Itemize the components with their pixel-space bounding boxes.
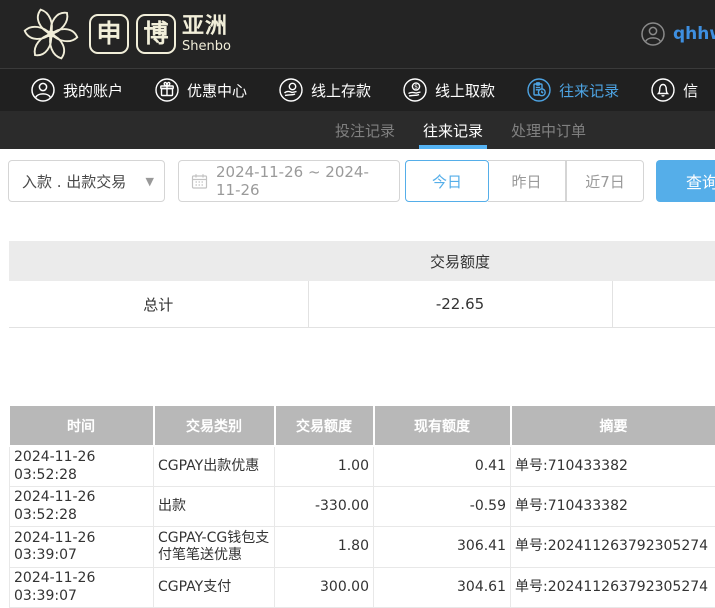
- summary-total-row: 总计 -22.65: [9, 281, 715, 328]
- flower-logo-icon: [20, 4, 82, 64]
- logo-char-shen: 申: [89, 14, 129, 54]
- username-text[interactable]: qhhw: [673, 24, 715, 44]
- cell-amount: -330.00: [275, 487, 374, 527]
- cell-summary: 单号:710433382: [511, 446, 715, 487]
- nav-label: 线上取款: [435, 80, 495, 101]
- bell-icon: [650, 77, 676, 103]
- yesterday-button[interactable]: 昨日: [488, 160, 566, 202]
- nav-item-messages[interactable]: 信: [650, 77, 698, 103]
- column-header-balance: 现有额度: [374, 406, 511, 446]
- transaction-records-page: { "header": { "logo": {"box1": "申", "box…: [0, 0, 715, 584]
- top-header: 申 博 亚洲 Shenbo qhhw: [0, 0, 715, 68]
- tab-transaction-records[interactable]: 往来记录: [423, 111, 483, 149]
- svg-text:$: $: [414, 84, 418, 91]
- transactions-table: 时间 交易类别 交易额度 现有额度 摘要 2024-11-26 03:52:28…: [9, 406, 715, 608]
- cell-type: CGPAY支付: [154, 568, 275, 608]
- summary-header-empty: [9, 241, 308, 281]
- cell-type: CGPAY出款优惠: [154, 446, 275, 487]
- brand-logo[interactable]: 申 博 亚洲 Shenbo: [0, 4, 231, 64]
- calendar-icon: [191, 173, 208, 190]
- cell-time: 2024-11-26 03:39:07: [10, 527, 154, 568]
- cell-balance: -0.59: [374, 487, 511, 527]
- cell-balance: 304.61: [374, 568, 511, 608]
- cell-balance: 306.41: [374, 527, 511, 568]
- gift-icon: [154, 77, 180, 103]
- nav-label: 信: [683, 80, 698, 101]
- table-header-row: 时间 交易类别 交易额度 现有额度 摘要: [10, 406, 715, 446]
- table-row: 2024-11-26 03:52:28 CGPAY出款优惠 1.00 0.41 …: [10, 446, 715, 487]
- transaction-type-select[interactable]: 入款 . 出款交易 ▼: [8, 160, 165, 202]
- column-header-summary: 摘要: [511, 406, 715, 446]
- summary-header-row: 交易额度: [9, 241, 715, 281]
- tab-pending-orders[interactable]: 处理中订单: [511, 111, 586, 149]
- chevron-down-icon: ▼: [146, 175, 154, 188]
- button-label: 昨日: [511, 171, 541, 192]
- tab-betting-records[interactable]: 投注记录: [335, 111, 395, 149]
- nav-label: 优惠中心: [187, 80, 247, 101]
- withdraw-icon: $: [402, 77, 428, 103]
- table-row: 2024-11-26 03:39:07 CGPAY支付 300.00 304.6…: [10, 568, 715, 608]
- cell-time: 2024-11-26 03:52:28: [10, 446, 154, 487]
- button-label: 近7日: [585, 171, 625, 192]
- date-range-value: 2024-11-26 ~ 2024-11-26: [216, 163, 389, 199]
- cell-time: 2024-11-26 03:39:07: [10, 568, 154, 608]
- nav-item-promotions[interactable]: 优惠中心: [154, 77, 247, 103]
- logo-region-en: Shenbo: [182, 40, 231, 53]
- tab-label: 处理中订单: [511, 120, 586, 141]
- main-navigation: 我的账户 优惠中心 线上存款: [0, 68, 715, 111]
- tab-label: 往来记录: [423, 120, 483, 141]
- cell-amount: 1.80: [275, 527, 374, 568]
- last7days-button[interactable]: 近7日: [566, 160, 644, 202]
- cell-type: 出款: [154, 487, 275, 527]
- nav-item-records[interactable]: 往来记录: [526, 77, 619, 103]
- column-header-type: 交易类别: [154, 406, 275, 446]
- logo-char-bo: 博: [136, 14, 176, 54]
- avatar-icon: [640, 21, 666, 47]
- table-row: 2024-11-26 03:52:28 出款 -330.00 -0.59 单号:…: [10, 487, 715, 527]
- button-label: 查询: [686, 169, 715, 193]
- cell-summary: 单号:202411263792305274: [511, 568, 715, 608]
- logo-region-text: 亚洲 Shenbo: [182, 16, 231, 53]
- nav-item-my-account[interactable]: 我的账户: [30, 77, 123, 103]
- nav-item-withdraw[interactable]: $ 线上取款: [402, 77, 495, 103]
- cell-summary: 单号:710433382: [511, 487, 715, 527]
- transactions-table-container: 时间 交易类别 交易额度 现有额度 摘要 2024-11-26 03:52:28…: [9, 406, 715, 608]
- filter-toolbar: 入款 . 出款交易 ▼ 2024-11-26 ~ 2024-11-26 今日 昨…: [8, 159, 715, 203]
- nav-label: 往来记录: [559, 80, 619, 101]
- column-header-time: 时间: [10, 406, 154, 446]
- button-label: 今日: [432, 171, 462, 192]
- tab-label: 投注记录: [335, 120, 395, 141]
- cell-amount: 1.00: [275, 446, 374, 487]
- cell-type: CGPAY-CG钱包支付笔笔送优惠: [154, 527, 275, 568]
- summary-total-value: -22.65: [308, 281, 612, 328]
- table-row: 2024-11-26 03:39:07 CGPAY-CG钱包支付笔笔送优惠 1.…: [10, 527, 715, 568]
- nav-item-deposit[interactable]: 线上存款: [278, 77, 371, 103]
- summary-empty-cell: [612, 281, 715, 328]
- summary-table: 交易额度 总计 -22.65: [9, 241, 715, 328]
- today-button[interactable]: 今日: [405, 160, 489, 202]
- user-icon: [30, 77, 56, 103]
- cell-amount: 300.00: [275, 568, 374, 608]
- records-tab-bar: 投注记录 往来记录 处理中订单: [0, 111, 715, 149]
- column-header-amount: 交易额度: [275, 406, 374, 446]
- summary-total-label: 总计: [9, 281, 308, 328]
- search-button[interactable]: 查询: [656, 160, 715, 202]
- user-account-area[interactable]: qhhw: [640, 0, 715, 68]
- summary-table-container: 交易额度 总计 -22.65: [9, 241, 715, 328]
- cell-summary: 单号:202411263792305274: [511, 527, 715, 568]
- records-icon: [526, 77, 552, 103]
- cell-balance: 0.41: [374, 446, 511, 487]
- selected-option-label: 入款 . 出款交易: [22, 171, 126, 192]
- quick-date-button-group: 今日 昨日 近7日: [405, 160, 644, 202]
- deposit-icon: [278, 77, 304, 103]
- logo-region-cn: 亚洲: [182, 16, 231, 38]
- nav-label: 线上存款: [311, 80, 371, 101]
- nav-label: 我的账户: [63, 80, 123, 101]
- summary-header-empty: [612, 241, 715, 281]
- date-range-input[interactable]: 2024-11-26 ~ 2024-11-26: [178, 160, 400, 202]
- summary-header-amount: 交易额度: [308, 241, 612, 281]
- cell-time: 2024-11-26 03:52:28: [10, 487, 154, 527]
